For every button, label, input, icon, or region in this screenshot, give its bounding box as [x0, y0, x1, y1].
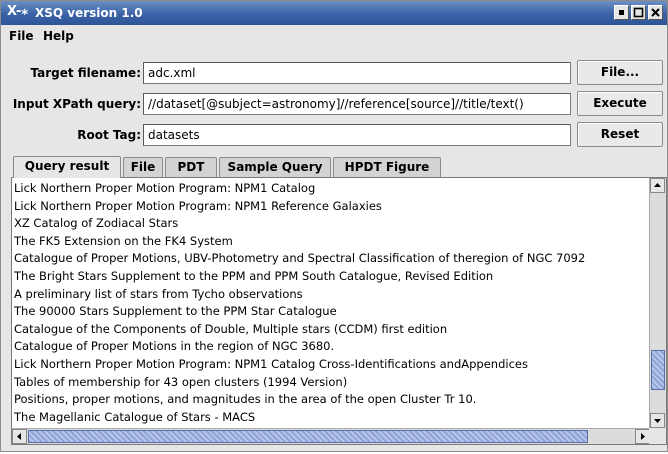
xpath-query-label: Input XPath query:	[12, 97, 141, 111]
list-item[interactable]: The Bright Stars Supplement to the PPM a…	[14, 268, 644, 286]
scroll-up-button[interactable]	[650, 178, 665, 193]
window-controls	[614, 5, 663, 20]
list-item[interactable]: Positions, proper motions, and magnitude…	[14, 391, 644, 409]
file-button[interactable]: File...	[577, 60, 663, 85]
tab-pdt[interactable]: PDT	[165, 157, 217, 177]
title-bar[interactable]: X-⁎ XSQ version 1.0	[1, 1, 667, 25]
vertical-scroll-thumb[interactable]	[651, 350, 665, 390]
tab-file[interactable]: File	[123, 157, 163, 177]
list-item[interactable]: XZ Catalog of Zodiacal Stars	[14, 215, 644, 233]
close-icon	[651, 8, 660, 17]
vertical-scrollbar[interactable]	[649, 178, 666, 428]
horizontal-scroll-thumb[interactable]	[28, 430, 588, 443]
list-item[interactable]: Catalogue of Proper Motions, UBV-Photome…	[14, 250, 644, 268]
list-item[interactable]: The 90000 Stars Supplement to the PPM St…	[14, 303, 644, 321]
app-window: X-⁎ XSQ version 1.0 File Help Target fil…	[0, 0, 668, 452]
list-item[interactable]: Catalogue of Proper Motions in the regio…	[14, 338, 644, 356]
maximize-icon	[633, 7, 644, 18]
tab-query-result[interactable]: Query result	[13, 156, 121, 178]
list-item[interactable]: Lick Northern Proper Motion Program: NPM…	[14, 198, 644, 216]
minimize-button[interactable]	[614, 5, 629, 20]
list-item[interactable]: Lick Northern Proper Motion Program: NPM…	[14, 356, 644, 374]
scroll-down-button[interactable]	[650, 413, 665, 428]
arrow-right-icon	[641, 433, 645, 440]
horizontal-scrollbar[interactable]	[12, 428, 650, 444]
list-item[interactable]: Catalogue of the Components of Double, M…	[14, 321, 644, 339]
tab-sample-query[interactable]: Sample Query	[219, 157, 331, 177]
scrollbar-corner	[649, 428, 666, 444]
root-tag-field[interactable]: datasets	[143, 124, 571, 146]
scroll-right-button[interactable]	[635, 429, 650, 444]
target-filename-label: Target filename:	[30, 66, 141, 80]
xpath-query-field[interactable]: //dataset[@subject=astronomy]//reference…	[143, 93, 571, 115]
close-button[interactable]	[648, 5, 663, 20]
minimize-icon	[619, 10, 624, 15]
arrow-down-icon	[654, 419, 661, 423]
reset-button[interactable]: Reset	[577, 122, 663, 147]
list-item[interactable]: A preliminary list of stars from Tycho o…	[14, 286, 644, 304]
maximize-button[interactable]	[631, 5, 646, 20]
execute-button[interactable]: Execute	[577, 91, 663, 116]
menu-bar: File Help	[1, 25, 667, 47]
arrow-up-icon	[654, 183, 661, 187]
target-filename-field[interactable]: adc.xml	[143, 62, 571, 84]
arrow-left-icon	[17, 433, 21, 440]
menu-file[interactable]: File	[9, 29, 34, 43]
list-item[interactable]: Lick Northern Proper Motion Program: NPM…	[14, 180, 644, 198]
x-app-icon: X-⁎	[7, 4, 29, 19]
query-result-panel: Lick Northern Proper Motion Program: NPM…	[11, 177, 667, 445]
list-item[interactable]: The FK5 Extension on the FK4 System	[14, 233, 644, 251]
tab-hpdt-figure[interactable]: HPDT Figure	[333, 157, 441, 177]
scroll-left-button[interactable]	[12, 429, 27, 444]
menu-help[interactable]: Help	[43, 29, 74, 43]
list-item[interactable]: The Magellanic Catalogue of Stars - MACS	[14, 409, 644, 427]
result-list[interactable]: Lick Northern Proper Motion Program: NPM…	[14, 180, 644, 428]
window-title: XSQ version 1.0	[35, 6, 143, 20]
root-tag-label: Root Tag:	[77, 128, 141, 142]
list-item[interactable]: Tables of membership for 43 open cluster…	[14, 374, 644, 392]
